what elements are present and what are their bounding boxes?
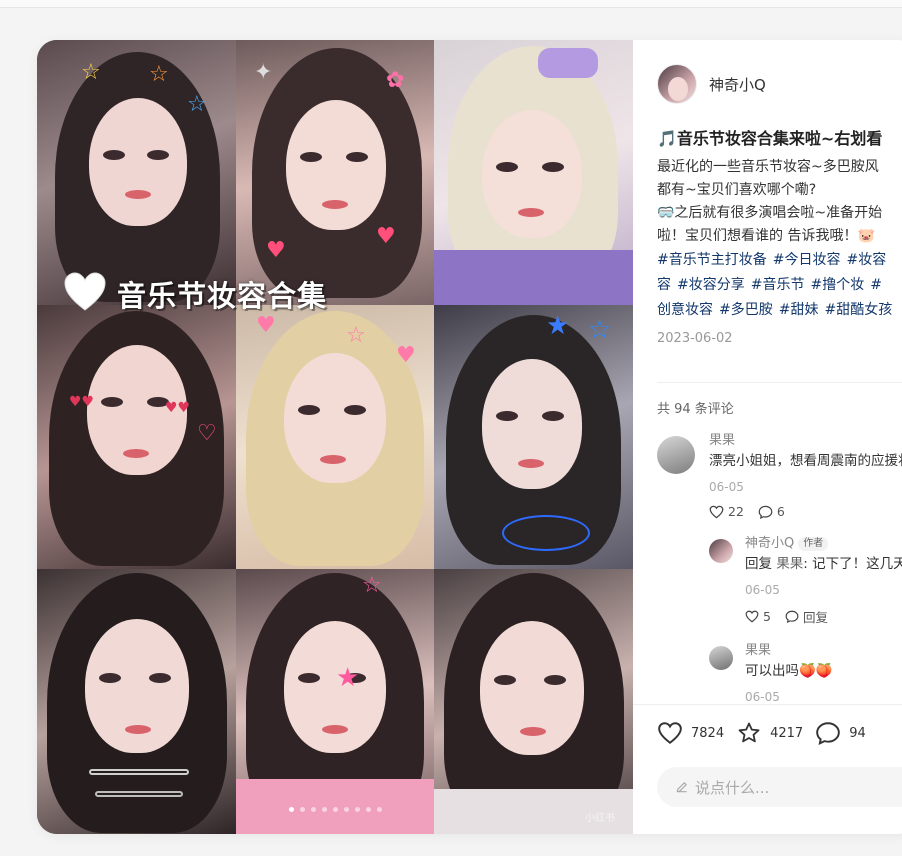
carousel-dot[interactable]	[321, 807, 327, 812]
note-detail-card: ☆ ☆ ☆ ✦ ✿ ♥ ♥ ♥♥ ♥♥ ♡ ♥ ☆ ♥ ★ ☆ ☆ ★ 音乐节妆…	[37, 40, 902, 834]
comment-like-count: 22	[728, 504, 744, 519]
hashtag-link[interactable]: 容	[657, 277, 671, 293]
carousel-dot[interactable]	[299, 807, 305, 812]
collect-count: 4217	[770, 725, 804, 741]
hashtag-link[interactable]: #甜妹	[779, 302, 819, 318]
comment-input[interactable]: 说点什么...	[657, 767, 902, 807]
interaction-bar: 7824 4217 94 说点什么...	[633, 704, 902, 834]
replier-name[interactable]: 果果	[745, 640, 902, 660]
hashtag-link[interactable]: #妆容分享	[677, 277, 745, 293]
heart-icon	[658, 722, 682, 744]
comments-list[interactable]: 果果 漂亮小姐姐，想看周震南的应援妆 06-05 22 6 神奇小Q 作者 回复…	[657, 430, 902, 702]
hashtag-link[interactable]: #多巴胺	[719, 302, 773, 318]
collect-button[interactable]: 4217	[736, 721, 803, 745]
comment-like-button[interactable]: 22	[709, 504, 744, 519]
commenter-name[interactable]: 果果	[709, 430, 902, 450]
collage-photo-3	[434, 40, 633, 305]
hashtag-link[interactable]: #音乐节	[751, 277, 805, 293]
comment-button[interactable]: 94	[815, 721, 866, 745]
replier-avatar[interactable]	[709, 646, 733, 670]
post-body-line: 啦！宝贝们想看谁的 告诉我哦！🐷	[657, 228, 875, 244]
post-content: 🎵音乐节妆容合集来啦~右划看 最近化的一些音乐节妆容~多巴胺风 都有~宝贝们喜欢…	[657, 126, 902, 346]
post-body-line: 都有~宝贝们喜欢哪个嘞?	[657, 182, 817, 198]
carousel-dot[interactable]	[376, 807, 382, 812]
comment-reply-count: 6	[776, 504, 785, 519]
reply-body: : 记下了！这几天	[803, 556, 902, 572]
carousel-dot[interactable]	[332, 807, 338, 812]
reply-prefix: 回复	[745, 556, 777, 572]
divider	[657, 382, 902, 383]
hashtag-link[interactable]: #撸个妆	[810, 277, 864, 293]
comment-reply-item: 神奇小Q 作者 回复 果果: 记下了！这几天 06-05 5 回复	[709, 533, 902, 626]
collage-photo-4: ♥♥ ♥♥ ♡	[37, 305, 236, 569]
comment-reply-item: 果果 可以出吗🍑🍑 06-05	[709, 640, 902, 702]
hashtag-link[interactable]: #甜酷女孩	[824, 302, 892, 318]
note-sidebar: 神奇小Q 🎵音乐节妆容合集来啦~右划看 最近化的一些音乐节妆容~多巴胺风 都有~…	[633, 40, 902, 834]
reply-text: 回复 果果: 记下了！这几天	[745, 553, 902, 575]
heart-icon	[709, 505, 724, 518]
comment-item: 果果 漂亮小姐姐，想看周震南的应援妆 06-05 22 6	[657, 430, 902, 519]
comment-bubble-icon	[785, 610, 799, 623]
author-avatar[interactable]	[657, 64, 697, 104]
carousel-dot[interactable]	[288, 807, 294, 812]
reply-like-count: 5	[763, 609, 771, 624]
post-tags: #音乐节主打妆备 #今日妆容 #妆容 容 #妆容分享 #音乐节 #撸个妆 # 创意妆容 #多巴…	[657, 248, 902, 323]
author-info[interactable]: 神奇小Q	[657, 64, 766, 104]
replier-avatar[interactable]	[709, 539, 733, 563]
post-body-line: 🥽之后就有很多演唱会啦~准备开始	[657, 205, 883, 221]
hashtag-link[interactable]: #今日妆容	[773, 252, 841, 268]
collage-photo-8: ☆ ★	[236, 569, 434, 834]
reply-date: 06-05	[745, 583, 780, 597]
carousel-indicator	[37, 807, 633, 812]
collage-photo-5: ♥ ☆ ♥	[236, 305, 434, 569]
post-image-carousel[interactable]: ☆ ☆ ☆ ✦ ✿ ♥ ♥ ♥♥ ♥♥ ♡ ♥ ☆ ♥ ★ ☆ ☆ ★ 音乐节妆…	[37, 40, 633, 834]
comment-bubble-icon	[816, 722, 840, 745]
comment-text: 漂亮小姐姐，想看周震南的应援妆	[709, 453, 902, 469]
comment-bubble-icon	[758, 505, 773, 519]
collage-photo-9	[434, 569, 633, 834]
comment-count: 94	[849, 725, 866, 741]
like-button[interactable]: 7824	[657, 721, 724, 745]
carousel-dot[interactable]	[310, 807, 316, 812]
collage-photo-1: ☆ ☆ ☆	[37, 40, 236, 305]
carousel-dot[interactable]	[354, 807, 360, 812]
reply-button[interactable]: 回复	[785, 607, 828, 626]
author-name[interactable]: 神奇小Q	[709, 74, 766, 95]
collage-photo-6: ★ ☆	[434, 305, 633, 569]
hashtag-link[interactable]: #音乐节主打妆备	[657, 252, 767, 268]
collage-photo-2: ✦ ✿ ♥ ♥	[236, 40, 434, 305]
hashtag-link[interactable]: 创意妆容	[657, 302, 713, 318]
carousel-dot[interactable]	[343, 807, 349, 812]
comment-reply-count-button[interactable]: 6	[758, 504, 785, 519]
hashtag-link[interactable]: #	[870, 277, 882, 293]
post-body-line: 最近化的一些音乐节妆容~多巴胺风	[657, 159, 879, 175]
heart-sticker-icon	[64, 272, 106, 311]
reply-like-button[interactable]: 5	[745, 609, 771, 624]
reply-date: 06-05	[745, 690, 780, 702]
carousel-dot[interactable]	[365, 807, 371, 812]
comment-date: 06-05	[709, 480, 744, 494]
author-badge: 作者	[798, 537, 829, 551]
commenter-avatar[interactable]	[657, 436, 695, 474]
like-count: 7824	[691, 725, 725, 741]
post-body: 最近化的一些音乐节妆容~多巴胺风 都有~宝贝们喜欢哪个嘞? 🥽之后就有很多演唱会…	[657, 156, 902, 248]
reply-text: 可以出吗🍑🍑	[745, 663, 833, 679]
pencil-icon	[676, 782, 687, 793]
comments-count: 共 94 条评论	[657, 402, 734, 417]
makeup-collage-image: ☆ ☆ ☆ ✦ ✿ ♥ ♥ ♥♥ ♥♥ ♡ ♥ ☆ ♥ ★ ☆ ☆ ★	[37, 40, 633, 834]
reply-button-label: 回复	[802, 610, 828, 625]
heart-icon	[745, 610, 759, 623]
post-title: 🎵音乐节妆容合集来啦~右划看	[657, 129, 883, 148]
collage-photo-7	[37, 569, 236, 834]
star-icon	[738, 722, 760, 743]
post-date: 2023-06-02	[657, 331, 733, 346]
collage-banner-text: 音乐节妆容合集	[117, 279, 328, 313]
reply-mention[interactable]: 果果	[776, 556, 803, 572]
top-navigation-bar	[0, 0, 902, 8]
hashtag-link[interactable]: #妆容	[846, 252, 886, 268]
replier-name[interactable]: 神奇小Q	[745, 536, 794, 551]
comment-input-placeholder: 说点什么...	[695, 778, 770, 797]
